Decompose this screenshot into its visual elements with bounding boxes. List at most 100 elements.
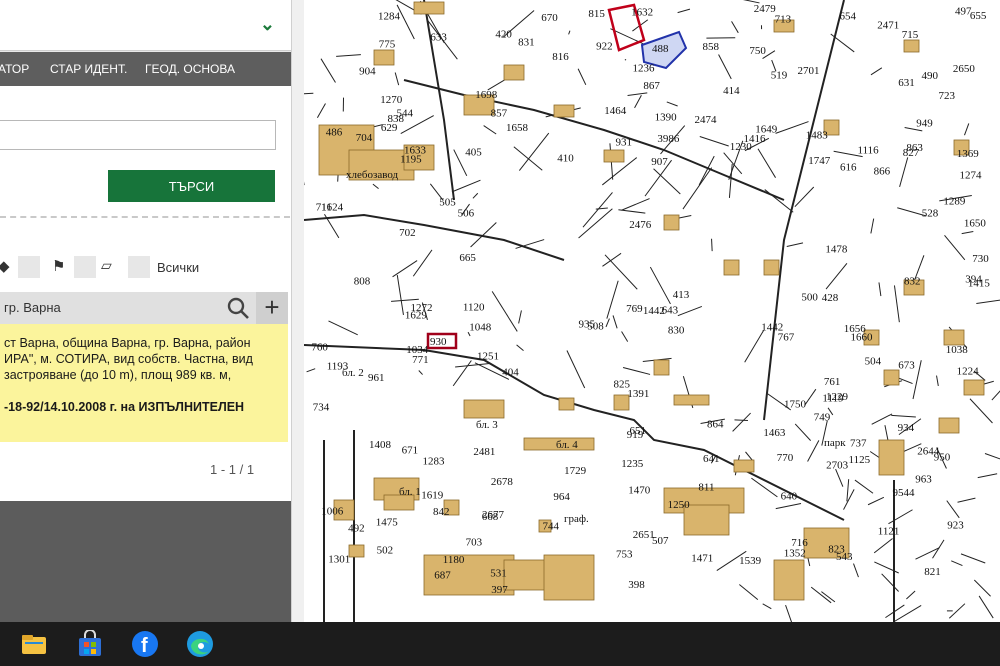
parcel-number: 397 <box>491 584 508 596</box>
filter-checkbox[interactable] <box>74 256 96 278</box>
parcel-number: 1629 <box>405 310 428 322</box>
polygon-icon[interactable]: ▱ <box>101 257 112 274</box>
parcel-boundary <box>785 604 793 622</box>
parcel-boundary <box>732 412 751 432</box>
map-canvas[interactable]: 404 413 420 428 1048 1442 405 410 414 488 486 531 14… <box>304 0 1000 622</box>
parcel-number: 827 <box>903 147 920 159</box>
parcel-boundary <box>622 367 651 375</box>
parcel-number: 1121 <box>878 525 900 537</box>
parcel-boundary <box>516 344 524 352</box>
parcel-number: 500 <box>801 291 818 303</box>
facebook-icon[interactable]: f <box>131 630 159 658</box>
parcel-number: 1464 <box>604 105 627 117</box>
building <box>883 369 900 386</box>
parcel-number: 665 <box>459 252 476 264</box>
parcel-number: 2481 <box>473 446 495 458</box>
parcel-number: 823 <box>828 544 845 556</box>
search-button[interactable]: ТЪРСИ <box>108 170 275 202</box>
parcel-boundary <box>946 500 960 519</box>
result-line: ст Варна, община Варна, гр. Варна, район <box>4 336 251 350</box>
location-text: гр. Варна <box>4 300 61 315</box>
parcel-boundary <box>621 331 629 342</box>
search-icon[interactable] <box>226 296 250 320</box>
layers-icon[interactable]: ◆ <box>0 257 10 275</box>
parcel-boundary <box>372 183 379 190</box>
parcel-number: 704 <box>356 132 373 144</box>
parcel-boundary <box>731 21 739 34</box>
parcel-boundary <box>418 370 423 375</box>
parcel-boundary <box>976 299 1000 305</box>
parcel-boundary <box>973 579 991 597</box>
search-form: ТЪРСИ ◆ ⚑ ▱ Всички гр. Варна + ст Варна,… <box>0 86 295 501</box>
filter-checkbox[interactable] <box>128 256 150 278</box>
parcel-boundary <box>336 54 361 57</box>
parcel-boundary <box>723 152 743 175</box>
filter-checkbox[interactable] <box>18 256 40 278</box>
parcel-number: 857 <box>491 107 508 119</box>
panel-tabs: АТОР СТАР ИДЕНТ. ГЕОД. ОСНОВА <box>0 52 295 86</box>
divider <box>0 216 290 218</box>
parcel-boundary <box>961 231 974 235</box>
result-line: застрояване (до 10 m), площ 989 кв. м, <box>4 368 232 382</box>
parcel-number: 964 <box>553 491 570 503</box>
file-explorer-icon[interactable] <box>20 630 48 658</box>
parcel-number: бл. 3 <box>476 419 498 431</box>
parcel-boundary <box>906 590 916 600</box>
parcel-number: 1416 <box>744 133 767 145</box>
parcel-number: 687 <box>434 569 451 581</box>
panel-splitter[interactable] <box>291 0 305 622</box>
tab-operator[interactable]: АТОР <box>0 62 29 76</box>
chevron-down-icon[interactable]: ⌄ <box>260 14 275 35</box>
parcel-number: 1274 <box>960 170 983 182</box>
parcel-number: 616 <box>840 162 857 174</box>
parcel-number: 808 <box>354 276 371 288</box>
parcel-number: 670 <box>541 12 558 24</box>
building <box>683 504 730 536</box>
parcel-number: 1251 <box>477 351 499 363</box>
parcel-number: 1391 <box>627 388 649 400</box>
parcel-number: 1539 <box>739 555 762 567</box>
parcel-boundary <box>892 605 922 622</box>
parcel-number: 811 <box>698 481 714 493</box>
parcel-boundary <box>392 260 418 278</box>
parcel-number: 2678 <box>491 476 514 488</box>
parcel-boundary <box>677 305 703 317</box>
filter-all-label[interactable]: Всички <box>157 260 199 275</box>
tab-geodetic-basis[interactable]: ГЕОД. ОСНОВА <box>145 62 235 76</box>
parcel-number: 821 <box>924 566 941 578</box>
parcel-number: 775 <box>379 38 396 50</box>
parcel-boundary <box>604 254 638 290</box>
parcel-boundary <box>957 497 976 503</box>
parcel-boundary <box>682 167 713 210</box>
search-input[interactable] <box>0 120 276 150</box>
flag-icon[interactable]: ⚑ <box>52 257 65 275</box>
add-icon[interactable]: + <box>256 292 288 324</box>
parcel-boundary <box>612 315 618 329</box>
parcel-boundary <box>595 207 608 210</box>
parcel-number: 1624 <box>321 202 344 214</box>
parcel-boundary <box>871 413 893 425</box>
parcel-number: 1180 <box>443 554 465 566</box>
parcel-boundary <box>835 468 844 487</box>
parcel-boundary <box>515 239 545 249</box>
road-line <box>403 79 785 201</box>
result-item[interactable]: ст Варна, община Варна, гр. Варна, район… <box>0 324 288 442</box>
parcel-number: 528 <box>922 208 939 220</box>
layer-dropdown[interactable]: ⌄ <box>0 0 293 51</box>
parcel-number: 1283 <box>423 455 446 467</box>
parcel-boundary <box>984 452 1000 460</box>
parcel-number: 767 <box>778 331 795 343</box>
edge-icon[interactable] <box>186 630 214 658</box>
cadastral-map[interactable]: 404 413 420 428 1048 1442 405 410 414 488 486 531 14… <box>304 0 1000 622</box>
parcel-number: 713 <box>775 14 792 26</box>
building <box>878 439 905 476</box>
building <box>543 554 595 601</box>
parcel-number: 753 <box>616 549 633 561</box>
tab-old-identifier[interactable]: СТАР ИДЕНТ. <box>50 62 127 76</box>
parcel-number: 1236 <box>633 62 656 74</box>
parcel-boundary <box>964 123 970 136</box>
parcel-number: парк <box>824 437 846 449</box>
store-icon[interactable] <box>76 630 104 658</box>
parcel-number: 505 <box>439 197 456 209</box>
parcel-boundary <box>884 425 889 442</box>
